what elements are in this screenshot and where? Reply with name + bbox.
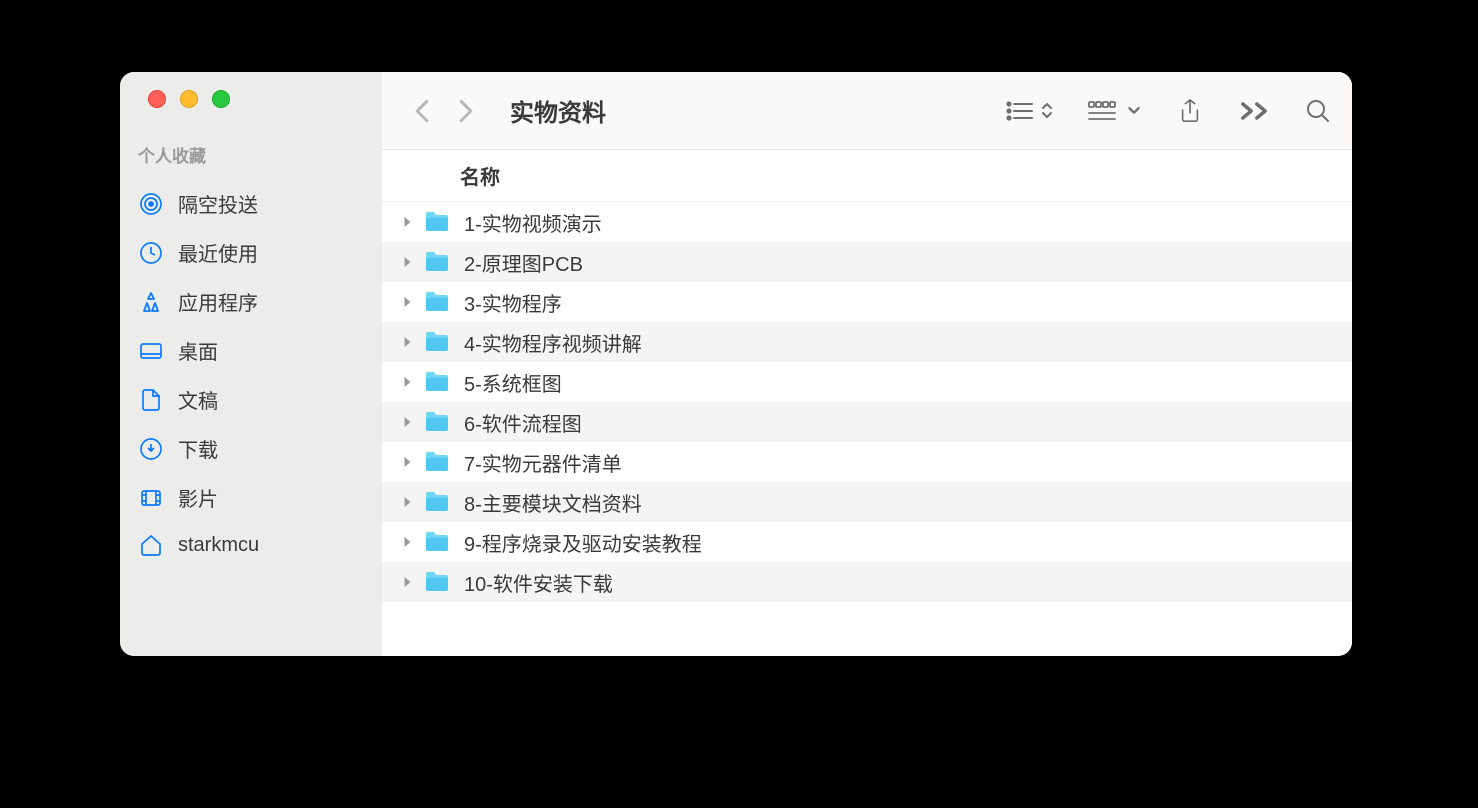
folder-name: 10-软件安装下载 [464, 568, 613, 597]
close-window-button[interactable] [148, 90, 166, 108]
folder-icon [424, 371, 450, 393]
sidebar-section-title: 个人收藏 [120, 136, 382, 173]
disclosure-triangle-icon[interactable] [400, 535, 414, 549]
chevron-updown-icon [1042, 102, 1052, 119]
folder-icon [424, 251, 450, 273]
desktop-icon [138, 338, 164, 364]
sidebar-item-desktop[interactable]: 桌面 [120, 326, 382, 375]
list-header[interactable]: 名称 [382, 150, 1352, 202]
download-icon [138, 436, 164, 462]
disclosure-triangle-icon[interactable] [400, 335, 414, 349]
sidebar-item-label: 应用程序 [178, 287, 258, 316]
column-name-header: 名称 [460, 161, 500, 190]
folder-row[interactable]: 9-程序烧录及驱动安装教程 [382, 522, 1352, 562]
finder-window: 个人收藏 隔空投送 最近使用 应用程序 桌面 [120, 72, 1352, 656]
view-list-button[interactable] [1006, 99, 1052, 123]
folder-row[interactable]: 4-实物程序视频讲解 [382, 322, 1352, 362]
folder-row[interactable]: 10-软件安装下载 [382, 562, 1352, 602]
disclosure-triangle-icon[interactable] [400, 415, 414, 429]
folder-icon [424, 291, 450, 313]
sidebar-item-label: 影片 [178, 483, 218, 512]
sidebar-item-home[interactable]: starkmcu [120, 522, 382, 568]
disclosure-triangle-icon[interactable] [400, 375, 414, 389]
forward-button[interactable] [444, 89, 488, 133]
traffic-lights [120, 90, 382, 108]
sidebar-item-label: 最近使用 [178, 238, 258, 267]
folder-icon [424, 451, 450, 473]
folder-icon [424, 331, 450, 353]
main-content: 实物资料 [382, 72, 1352, 656]
disclosure-triangle-icon[interactable] [400, 215, 414, 229]
folder-name: 8-主要模块文档资料 [464, 488, 642, 517]
clock-icon [138, 240, 164, 266]
airdrop-icon [138, 191, 164, 217]
file-list: 1-实物视频演示 2-原理图PCB 3-实物程序 4-实物程序视频讲解 5-系统 [382, 202, 1352, 656]
folder-name: 7-实物元器件清单 [464, 448, 622, 477]
group-button[interactable] [1088, 99, 1140, 123]
overflow-button[interactable] [1240, 99, 1268, 123]
sidebar-item-movies[interactable]: 影片 [120, 473, 382, 522]
document-icon [138, 387, 164, 413]
window-title: 实物资料 [510, 93, 606, 128]
disclosure-triangle-icon[interactable] [400, 575, 414, 589]
back-button[interactable] [400, 89, 444, 133]
folder-row[interactable]: 6-软件流程图 [382, 402, 1352, 442]
folder-row[interactable]: 5-系统框图 [382, 362, 1352, 402]
folder-icon [424, 491, 450, 513]
sidebar-item-documents[interactable]: 文稿 [120, 375, 382, 424]
movie-icon [138, 485, 164, 511]
search-button[interactable] [1304, 99, 1332, 123]
folder-name: 1-实物视频演示 [464, 208, 602, 237]
folder-name: 2-原理图PCB [464, 248, 583, 277]
folder-row[interactable]: 1-实物视频演示 [382, 202, 1352, 242]
folder-name: 5-系统框图 [464, 368, 562, 397]
sidebar-item-airdrop[interactable]: 隔空投送 [120, 179, 382, 228]
minimize-window-button[interactable] [180, 90, 198, 108]
folder-icon [424, 211, 450, 233]
sidebar-item-label: 下载 [178, 434, 218, 463]
folder-name: 6-软件流程图 [464, 408, 582, 437]
folder-name: 3-实物程序 [464, 288, 562, 317]
disclosure-triangle-icon[interactable] [400, 495, 414, 509]
disclosure-triangle-icon[interactable] [400, 455, 414, 469]
folder-name: 9-程序烧录及驱动安装教程 [464, 528, 702, 557]
share-button[interactable] [1176, 99, 1204, 123]
sidebar-item-downloads[interactable]: 下载 [120, 424, 382, 473]
disclosure-triangle-icon[interactable] [400, 295, 414, 309]
sidebar: 个人收藏 隔空投送 最近使用 应用程序 桌面 [120, 72, 382, 656]
disclosure-triangle-icon[interactable] [400, 255, 414, 269]
folder-row[interactable]: 8-主要模块文档资料 [382, 482, 1352, 522]
folder-icon [424, 571, 450, 593]
apps-icon [138, 289, 164, 315]
sidebar-item-applications[interactable]: 应用程序 [120, 277, 382, 326]
sidebar-item-label: starkmcu [178, 534, 259, 557]
folder-icon [424, 411, 450, 433]
fullscreen-window-button[interactable] [212, 90, 230, 108]
folder-name: 4-实物程序视频讲解 [464, 328, 642, 357]
home-icon [138, 532, 164, 558]
folder-row[interactable]: 2-原理图PCB [382, 242, 1352, 282]
sidebar-item-label: 文稿 [178, 385, 218, 414]
sidebar-item-label: 隔空投送 [178, 189, 258, 218]
folder-row[interactable]: 3-实物程序 [382, 282, 1352, 322]
toolbar: 实物资料 [382, 72, 1352, 150]
sidebar-item-recents[interactable]: 最近使用 [120, 228, 382, 277]
sidebar-item-label: 桌面 [178, 336, 218, 365]
folder-icon [424, 531, 450, 553]
folder-row[interactable]: 7-实物元器件清单 [382, 442, 1352, 482]
